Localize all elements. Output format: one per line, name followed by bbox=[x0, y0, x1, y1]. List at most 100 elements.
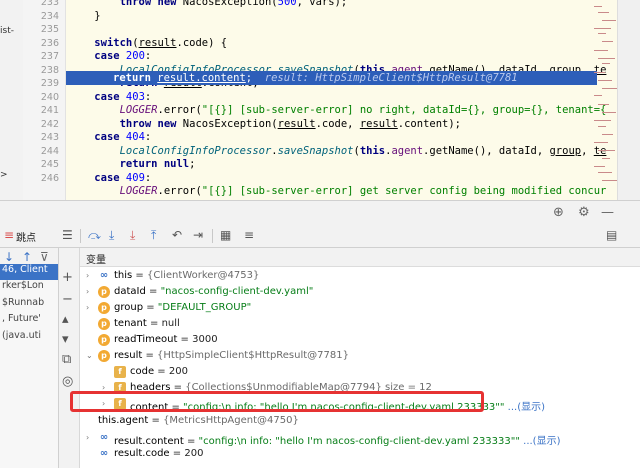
frame-item[interactable]: (java.uti bbox=[0, 330, 58, 346]
expand-arrow-icon[interactable]: › bbox=[86, 433, 89, 442]
variable-name: this bbox=[114, 270, 133, 281]
stripe-mark bbox=[598, 80, 612, 81]
expand-arrow-icon[interactable]: › bbox=[86, 271, 89, 280]
line-number-gutter[interactable]: 233 234 235 236 237 238 239 240 241 242 243 244 245 2… bbox=[23, 0, 66, 200]
drop-frame-icon[interactable]: ↶ bbox=[172, 228, 182, 242]
frame-item[interactable]: $Runnab bbox=[0, 297, 58, 313]
expand-arrow-icon[interactable]: › bbox=[86, 287, 89, 296]
force-step-into-icon[interactable]: ⤓ bbox=[130, 228, 135, 243]
evaluate-icon[interactable]: ▦ bbox=[220, 228, 231, 242]
frames-panel: ↓ ↑ ⊽ 46, Client rker$Lon $Runnab, Future'… bbox=[0, 248, 59, 468]
variable-value: null bbox=[161, 318, 180, 329]
code-line: return null; bbox=[119, 158, 196, 170]
parameter-icon: p bbox=[98, 318, 110, 330]
step-out-icon[interactable]: ⤒ bbox=[151, 228, 156, 243]
project-panel-arrow[interactable]: > bbox=[0, 170, 8, 180]
object-icon: ∞ bbox=[99, 448, 109, 459]
run-to-cursor-icon[interactable]: ⇥ bbox=[193, 228, 203, 242]
line-number[interactable]: 240 bbox=[23, 92, 59, 103]
layout-icon[interactable]: ▤ bbox=[606, 228, 617, 242]
line-number[interactable]: 236 bbox=[23, 38, 59, 49]
code-line: throw new NacosException(500, vars); bbox=[119, 0, 348, 8]
equals-sign: = bbox=[145, 286, 161, 297]
frames-list-icon[interactable]: ☰ bbox=[62, 228, 73, 242]
show-more-link[interactable]: ...(显示) bbox=[508, 402, 545, 413]
variable-row[interactable]: › ∞ this = {ClientWorker@4753} bbox=[80, 269, 640, 285]
variable-value: 3000 bbox=[192, 334, 218, 345]
variable-value: "nacos-config-client-dev.yaml" bbox=[160, 286, 314, 297]
thread-down-icon[interactable]: ↓ bbox=[4, 250, 14, 264]
target-icon[interactable]: ⊕ bbox=[553, 205, 564, 220]
step-over-icon[interactable]: ⤼ bbox=[88, 228, 101, 243]
line-number[interactable]: 243 bbox=[23, 132, 59, 143]
variable-name: group bbox=[114, 302, 144, 313]
minimize-icon[interactable]: — bbox=[601, 205, 614, 220]
line-number[interactable]: 246 bbox=[23, 173, 59, 184]
settings-list-icon[interactable]: ≡ bbox=[244, 228, 254, 242]
variable-row[interactable]: › ∞ result.content = "config:\n info: "hel… bbox=[80, 431, 640, 447]
line-number[interactable]: 239 bbox=[23, 78, 59, 89]
step-icon[interactable]: ≡ bbox=[4, 228, 14, 242]
gear-icon[interactable]: ⚙ bbox=[578, 205, 590, 220]
line-number[interactable]: 238 bbox=[23, 65, 59, 76]
equals-sign: = bbox=[177, 334, 193, 345]
add-watch-icon[interactable]: + bbox=[62, 270, 73, 285]
variable-row[interactable]: ∞ result.code = 200 bbox=[80, 447, 640, 463]
stripe-mark bbox=[594, 120, 611, 121]
line-number[interactable]: 242 bbox=[23, 119, 59, 130]
collapse-arrow-icon[interactable]: ⌄ bbox=[86, 351, 93, 360]
variable-row[interactable]: p readTimeout = 3000 bbox=[80, 333, 640, 349]
variable-row[interactable]: ⌄ p result = {HttpSimpleClient$HttpResult@… bbox=[80, 349, 640, 365]
line-number[interactable]: 234 bbox=[23, 11, 59, 22]
line-number[interactable]: 237 bbox=[23, 51, 59, 62]
thread-up-icon[interactable]: ↑ bbox=[22, 250, 32, 264]
variable-row[interactable]: › p group = "DEFAULT_GROUP" bbox=[80, 301, 640, 317]
project-panel-text: ist- bbox=[0, 26, 14, 36]
code-line: case 404: bbox=[94, 131, 152, 143]
variable-text: tenant = null bbox=[114, 318, 180, 329]
copy-icon[interactable]: ⧉ bbox=[62, 352, 71, 367]
line-number[interactable]: 245 bbox=[23, 159, 59, 170]
frame-item[interactable]: rker$Lon bbox=[0, 280, 58, 296]
variable-text: this = {ClientWorker@4753} bbox=[114, 270, 259, 281]
move-up-icon[interactable]: ▴ bbox=[62, 312, 69, 327]
show-more-link[interactable]: ...(显示) bbox=[523, 436, 560, 447]
equals-sign: = bbox=[142, 350, 158, 361]
code-editor[interactable]: 233 234 235 236 237 238 239 240 241 242 243 244 245 2… bbox=[23, 0, 640, 200]
current-line-code: return result.content; result: HttpSimpl… bbox=[113, 72, 518, 84]
stripe-mark bbox=[594, 6, 602, 7]
code-line: case 403: bbox=[94, 90, 152, 103]
variable-name: this.agent bbox=[98, 415, 149, 426]
parameter-icon: p bbox=[98, 350, 110, 362]
filter-icon[interactable]: ⊽ bbox=[40, 250, 49, 264]
variable-row[interactable]: p tenant = null bbox=[80, 317, 640, 333]
step-into-icon[interactable]: ⤓ bbox=[109, 228, 114, 243]
equals-sign: = bbox=[146, 318, 162, 329]
code-line: case 200: bbox=[94, 50, 152, 62]
line-number[interactable]: 244 bbox=[23, 146, 59, 157]
stripe-mark bbox=[602, 41, 613, 42]
view-icon[interactable]: ◎ bbox=[62, 374, 73, 389]
equals-sign: = bbox=[154, 366, 169, 377]
remove-watch-icon[interactable]: − bbox=[62, 292, 73, 307]
code-line: switch(result.code) { bbox=[94, 36, 228, 49]
error-stripe[interactable] bbox=[594, 0, 619, 200]
breakpoints-label[interactable]: 跳点 bbox=[16, 229, 36, 244]
variable-text: result.code = 200 bbox=[114, 448, 203, 459]
variable-row[interactable]: f code = 200 bbox=[80, 365, 640, 381]
variable-row[interactable]: › p dataId = "nacos-config-client-dev.yaml… bbox=[80, 285, 640, 301]
variable-name: dataId bbox=[114, 286, 146, 297]
field-icon: f bbox=[114, 366, 126, 378]
code-line: throw new NacosException(result.code, re… bbox=[119, 117, 461, 130]
line-number[interactable]: 233 bbox=[23, 0, 59, 8]
frame-item[interactable]: , Future' bbox=[0, 313, 58, 329]
line-number[interactable]: 241 bbox=[23, 105, 59, 116]
variables-side-toolbar: + − ▴ ▾ ⧉ ◎ bbox=[59, 248, 80, 468]
move-down-icon[interactable]: ▾ bbox=[62, 332, 69, 347]
frame-item[interactable]: 46, Client bbox=[0, 264, 58, 280]
variable-row[interactable]: this.agent = {MetricsHttpAgent@4750} bbox=[80, 414, 640, 430]
debug-toolbar: ≡ 跳点 ☰ ⤼ ⤓ ⤓ ⤒ ↶ ⇥ ▦ ≡ ▤ bbox=[0, 225, 640, 248]
code-line: LOGGER.error("[{}] [sub-server-error] no… bbox=[119, 104, 607, 116]
expand-arrow-icon[interactable]: › bbox=[86, 303, 89, 312]
line-number[interactable]: 235 bbox=[23, 24, 59, 35]
